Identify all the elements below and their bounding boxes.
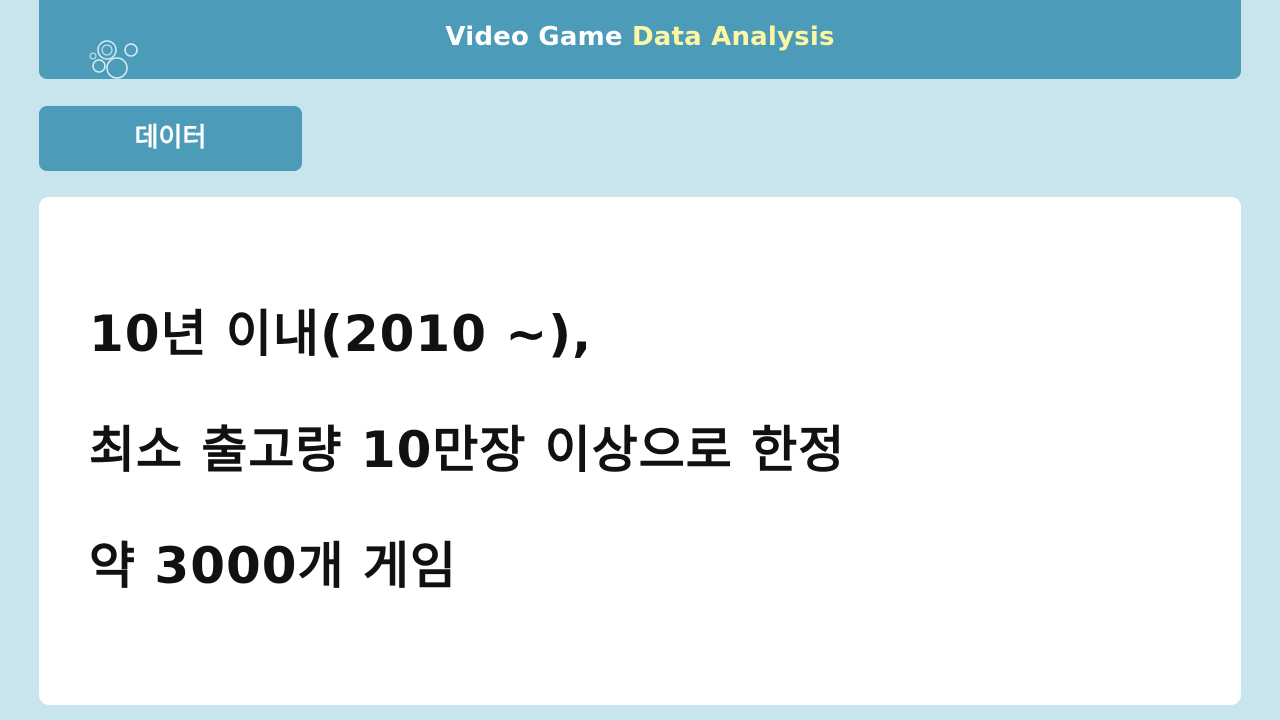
header-title-highlight: Data Analysis <box>631 22 835 52</box>
content-line-shipment-filter: 최소 출고량 10만장 이상으로 한정 <box>89 421 846 479</box>
content-line-game-count: 약 3000개 게임 <box>89 537 457 595</box>
header-bar: Video Game Data Analysis <box>39 0 1241 79</box>
header-title: Video Game Data Analysis <box>39 22 1241 52</box>
content-card: 10년 이내(2010 ~), 최소 출고량 10만장 이상으로 한정 약 30… <box>39 197 1241 705</box>
section-tab: 데이터 <box>39 106 302 171</box>
content-line-period: 10년 이내(2010 ~), <box>89 305 593 363</box>
header-title-main: Video Game <box>445 22 623 52</box>
slide: Video Game Data Analysis 데이터 10년 이내(2010… <box>0 0 1280 720</box>
